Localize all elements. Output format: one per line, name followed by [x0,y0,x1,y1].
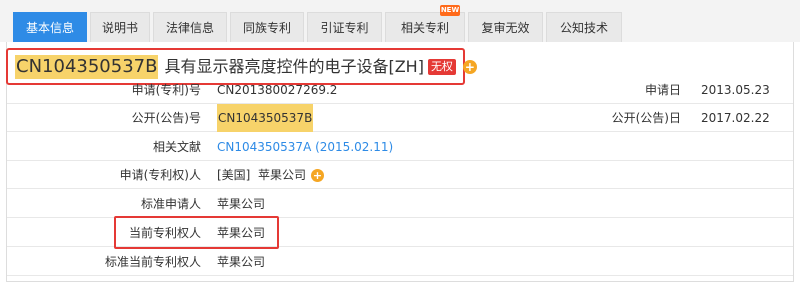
publication-number-highlight: CN104350537B [217,104,314,132]
tab-label: 基本信息 [25,21,74,35]
tab-label: 引证专利 [320,21,369,35]
field-value: 2017.02.22 [701,111,770,125]
tab-label: 法律信息 [165,21,214,35]
tab-label: 公知技术 [559,21,608,35]
field-label: 申请(专利权)人 [119,168,201,182]
row-std-applicant: 标准申请人 苹果公司 [7,190,793,218]
tab-label: 复审无效 [481,21,530,35]
new-badge: NEW [440,5,460,16]
tab-prior-art[interactable]: 公知技术 [546,12,622,42]
row-publication-no: 公开(公告)号 CN104350537B 公开(公告)日 2017.02.22 [7,104,793,132]
field-value: 苹果公司 [217,255,266,269]
tab-reexamination[interactable]: 复审无效 [468,12,543,42]
field-label: 标准申请人 [140,197,201,211]
tab-related-patents[interactable]: 相关专利 NEW [385,5,465,42]
field-value: CN104350537B [217,104,314,132]
row-application-no: 申请(专利)号 CN201380027269.2 申请日 2013.05.23 [7,76,793,104]
field-label: 标准当前专利权人 [104,255,201,269]
row-std-current-owner: 标准当前专利权人 苹果公司 [7,248,793,276]
tab-cited-patents[interactable]: 引证专利 [307,12,382,42]
field-value: 2013.05.23 [701,83,770,97]
field-value: CN201380027269.2 [217,83,338,97]
tab-label: 同族专利 [242,21,291,35]
current-owner-annotation-box [114,216,279,249]
field-label: 公开(公告)号 [131,111,201,125]
field-label: 相关文献 [152,140,201,154]
tab-description[interactable]: 说明书 [90,12,150,42]
tab-legal-info[interactable]: 法律信息 [153,12,227,42]
row-related-doc: 相关文献 CN104350537A (2015.02.11) [7,133,793,161]
field-value: CN104350537A (2015.02.11) [217,133,393,161]
status-badge: 无权 [427,59,456,75]
row-applicant: 申请(专利权)人 [美国] 苹果公司 + [7,161,793,189]
tab-label: 相关专利 [400,21,449,35]
related-doc-link[interactable]: CN104350537A (2015.02.11) [217,133,393,161]
applicant-name: 苹果公司 [258,168,307,182]
tab-family-patents[interactable]: 同族专利 [230,12,304,42]
field-value: 苹果公司 [217,197,266,211]
add-icon[interactable]: + [462,60,477,74]
tab-bar: 基本信息 说明书 法律信息 同族专利 引证专利 相关专利 NEW 复审无效 公知… [0,0,800,42]
tab-label: 说明书 [101,21,138,35]
field-label: 申请(专利)号 [131,83,201,97]
applicant-country: [美国] [217,168,251,182]
tab-basic-info[interactable]: 基本信息 [13,12,87,42]
field-label: 公开(公告)日 [611,111,681,125]
field-value: [美国] 苹果公司 + [217,161,325,189]
field-label: 申请日 [644,83,681,97]
tab-list: 基本信息 说明书 法律信息 同族专利 引证专利 相关专利 NEW 复审无效 公知… [13,5,622,42]
add-icon[interactable]: + [311,168,325,182]
